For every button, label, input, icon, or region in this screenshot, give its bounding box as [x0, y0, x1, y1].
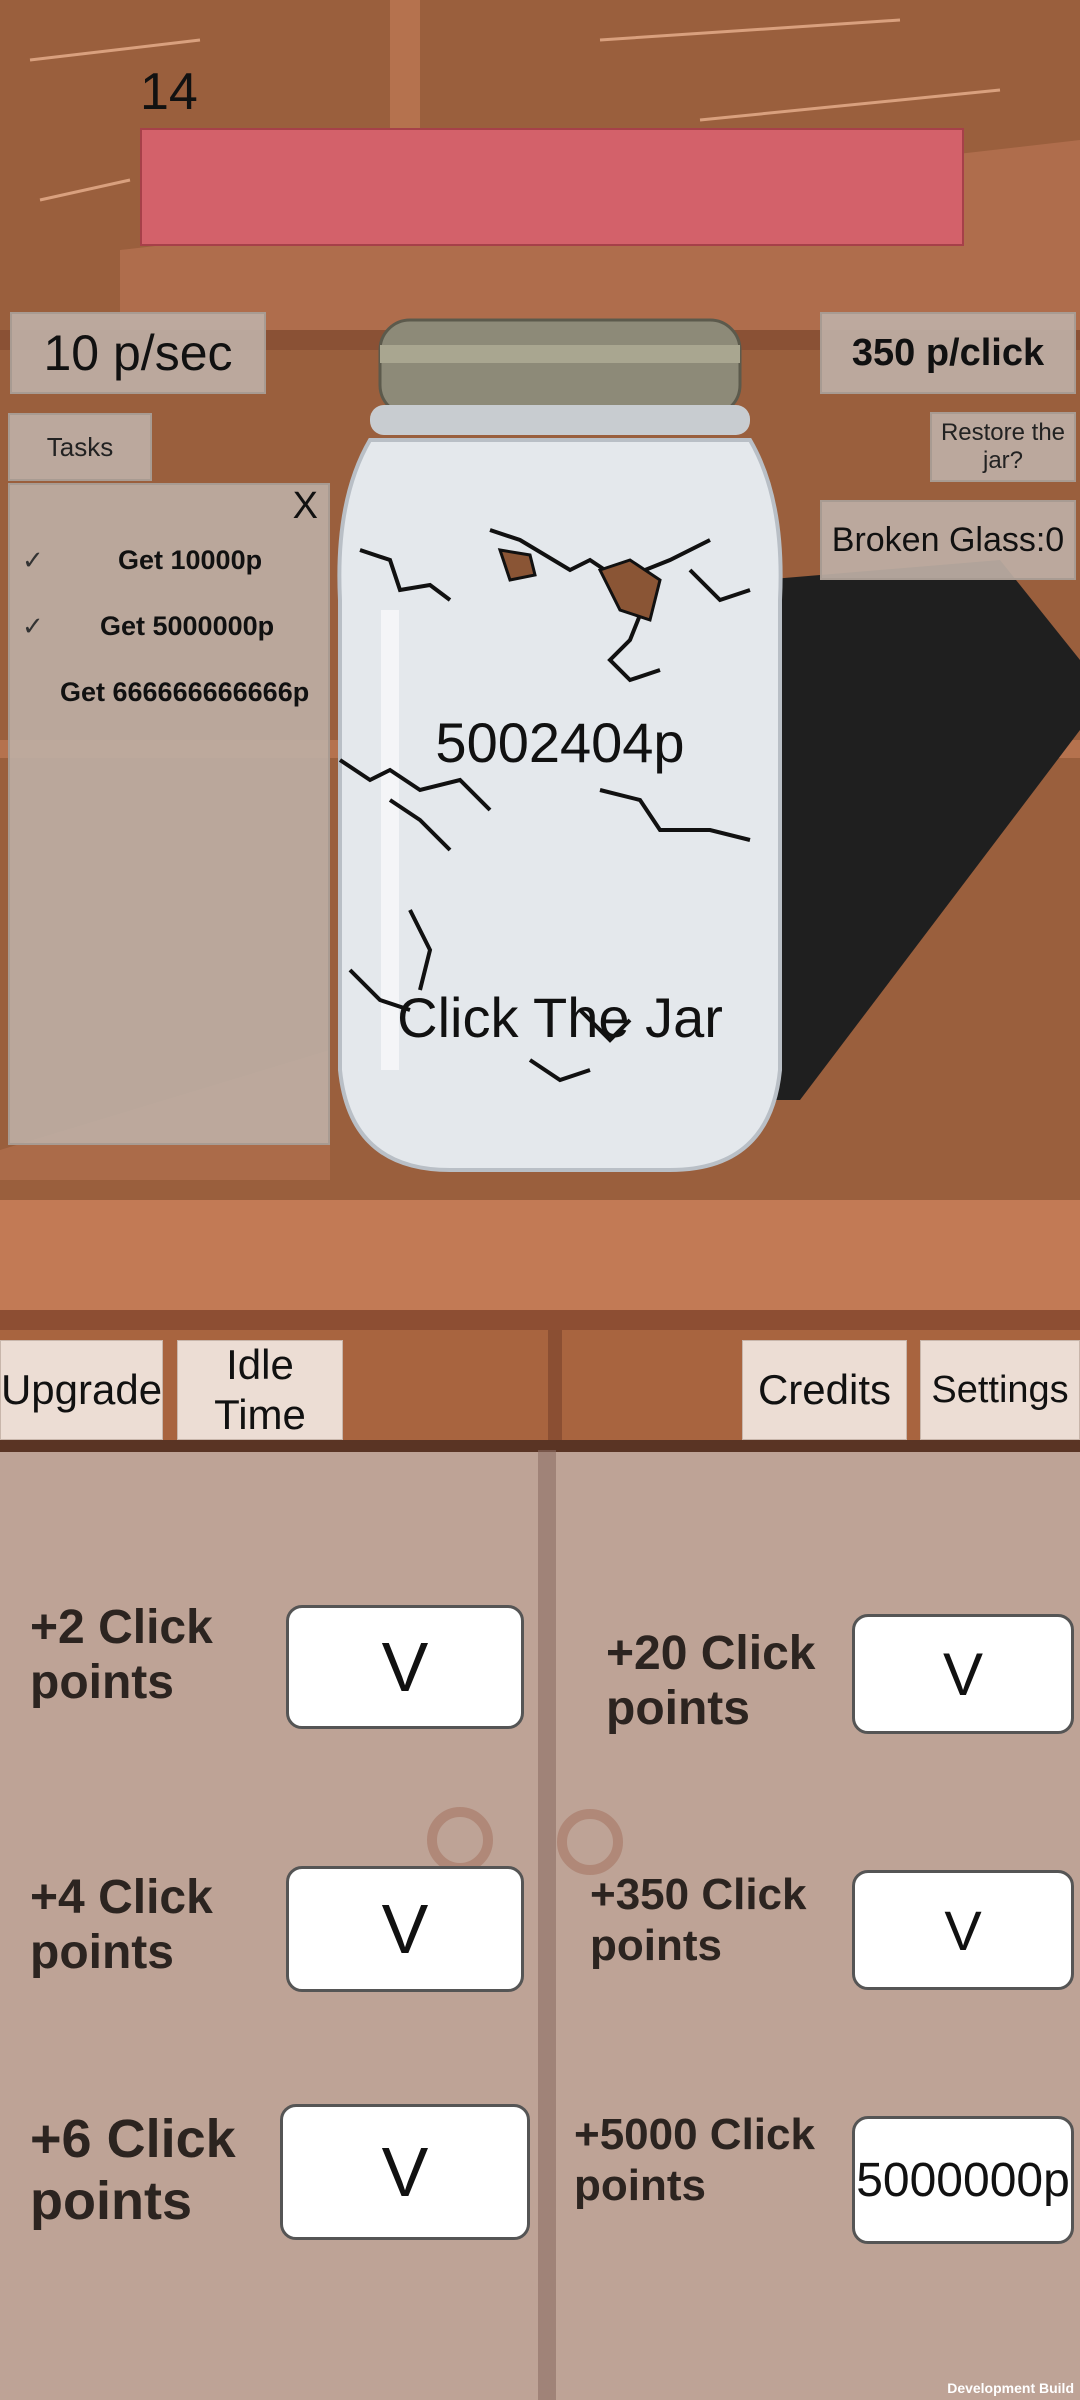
idle-time-tab[interactable]: Idle Time [177, 1340, 343, 1440]
upgrade-label: +6 Click points [30, 2109, 236, 2232]
upgrade-buy-button[interactable]: V [280, 2104, 530, 2240]
nav-divider [548, 1330, 562, 1445]
click-jar-prompt: Click The Jar [397, 986, 723, 1049]
upgrade-buy-button[interactable]: 5000000p [852, 2116, 1074, 2244]
checkmark-icon: ✓ [22, 611, 44, 641]
upgrade-buy-button[interactable]: V [852, 1614, 1074, 1734]
tasks-button[interactable]: Tasks [8, 413, 152, 481]
level-number: 14 [140, 63, 198, 121]
upgrade-buy-button[interactable]: V [286, 1605, 524, 1729]
points-per-click: 350 p/click [820, 312, 1076, 394]
upgrade-buy-button[interactable]: V [852, 1870, 1074, 1990]
upgrade-panel-divider [538, 1450, 556, 2400]
close-tasks-button[interactable]: X [293, 485, 318, 528]
upgrade-buy-button[interactable]: V [286, 1866, 524, 1992]
upgrade-label: +2 Click points [30, 1601, 213, 1710]
restore-jar-button[interactable]: Restore the jar? [930, 412, 1076, 482]
checkmark-icon: ✓ [22, 545, 44, 575]
upgrade-label: +20 Click points [606, 1627, 816, 1736]
settings-button[interactable]: Settings [920, 1340, 1080, 1440]
level-progress-bar [140, 128, 964, 246]
upgrade-label: +5000 Click points [574, 2110, 815, 2210]
task-item: Get 10000p [118, 545, 263, 575]
upgrade-label: +350 Click points [590, 1870, 807, 1970]
task-item: Get 666666666666p [60, 677, 310, 707]
shelf-edge [0, 1310, 1080, 1330]
build-watermark: Development Build [947, 2380, 1074, 2396]
upgrade-tab[interactable]: Upgrade [0, 1340, 163, 1440]
broken-glass-counter: Broken Glass:0 [820, 500, 1076, 580]
task-item: Get 5000000p [100, 611, 275, 641]
tasks-panel: X ✓ Get 10000p ✓ Get 5000000p Get 666666… [8, 483, 330, 1145]
credits-button[interactable]: Credits [742, 1340, 907, 1440]
upgrade-label: +4 Click points [30, 1871, 213, 1980]
jar-score: 5002404p [435, 711, 685, 774]
points-per-second: 10 p/sec [10, 312, 266, 394]
